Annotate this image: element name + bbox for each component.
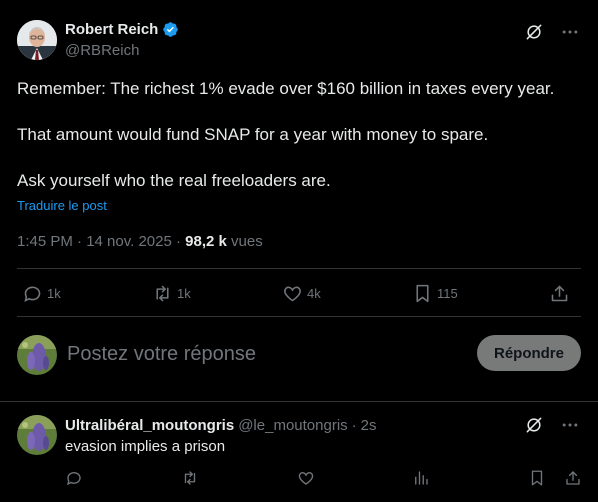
heart-icon: [282, 283, 303, 304]
comment-actions: [65, 469, 582, 487]
heart-icon[interactable]: [297, 469, 315, 487]
repost-count: 1k: [177, 286, 191, 301]
bookmark-icon[interactable]: [528, 469, 546, 487]
verified-badge-icon: [162, 21, 179, 38]
post-paragraph: Ask yourself who the real freeloaders ar…: [17, 171, 331, 190]
post-paragraph: That amount would fund SNAP for a year w…: [17, 125, 489, 144]
post-timestamp[interactable]: 1:45 PM · 14 nov. 2025 ·: [17, 233, 185, 250]
comment-timestamp[interactable]: 2s: [361, 417, 377, 434]
author-handle[interactable]: @RBReich: [65, 42, 139, 59]
post-paragraph: Remember: The richest 1% evade over $160…: [17, 79, 555, 98]
comment-top-icons: [524, 415, 580, 435]
author-avatar[interactable]: [17, 20, 57, 60]
more-options-icon[interactable]: [560, 22, 580, 42]
repost-action[interactable]: 1k: [152, 283, 191, 304]
bookmark-action[interactable]: 115: [412, 283, 458, 304]
divider: [17, 268, 581, 269]
comment-avatar[interactable]: [17, 415, 57, 455]
comment-author-name[interactable]: Ultralibéral_moutongris: [65, 417, 234, 434]
reply-composer: Postez votre réponse Répondre: [0, 333, 598, 375]
author-name-text[interactable]: Robert Reich: [65, 21, 158, 38]
divider: [17, 316, 581, 317]
post-actions: 1k 1k 4k 115: [22, 283, 570, 304]
grok-icon[interactable]: [524, 22, 544, 42]
post-text: Remember: The richest 1% evade over $160…: [17, 77, 577, 192]
post-meta: 1:45 PM · 14 nov. 2025 · 98,2 k vues: [17, 233, 263, 250]
comment-text: evasion implies a prison: [65, 438, 226, 455]
comment[interactable]: Ultralibéral_moutongris @le_moutongris ·…: [0, 401, 598, 502]
views-label: vues: [226, 233, 263, 250]
bookmark-icon: [412, 283, 433, 304]
comment-right-actions: [528, 469, 582, 487]
reply-icon[interactable]: [65, 469, 83, 487]
repost-icon[interactable]: [181, 469, 199, 487]
repost-icon: [152, 283, 173, 304]
user-avatar[interactable]: [17, 335, 57, 375]
reply-input[interactable]: Postez votre réponse: [67, 343, 256, 366]
share-action[interactable]: [549, 283, 570, 304]
comment-header: Ultralibéral_moutongris @le_moutongris ·…: [65, 417, 377, 434]
reply-action[interactable]: 1k: [22, 283, 61, 304]
translate-post-link[interactable]: Traduire le post: [17, 198, 107, 213]
views-count: 98,2 k: [185, 233, 227, 250]
reply-count: 1k: [47, 286, 61, 301]
share-icon: [549, 283, 570, 304]
comment-separator: ·: [351, 417, 357, 434]
post-top-icons: [524, 22, 580, 42]
like-count: 4k: [307, 286, 321, 301]
views-icon[interactable]: [412, 469, 430, 487]
bookmark-count: 115: [437, 286, 458, 301]
grok-icon[interactable]: [524, 415, 544, 435]
like-action[interactable]: 4k: [282, 283, 321, 304]
reply-icon: [22, 283, 43, 304]
author-name[interactable]: Robert Reich: [65, 21, 179, 38]
share-icon[interactable]: [564, 469, 582, 487]
comment-author-handle[interactable]: @le_moutongris: [238, 417, 347, 434]
more-options-icon[interactable]: [560, 415, 580, 435]
reply-button[interactable]: Répondre: [477, 335, 581, 371]
